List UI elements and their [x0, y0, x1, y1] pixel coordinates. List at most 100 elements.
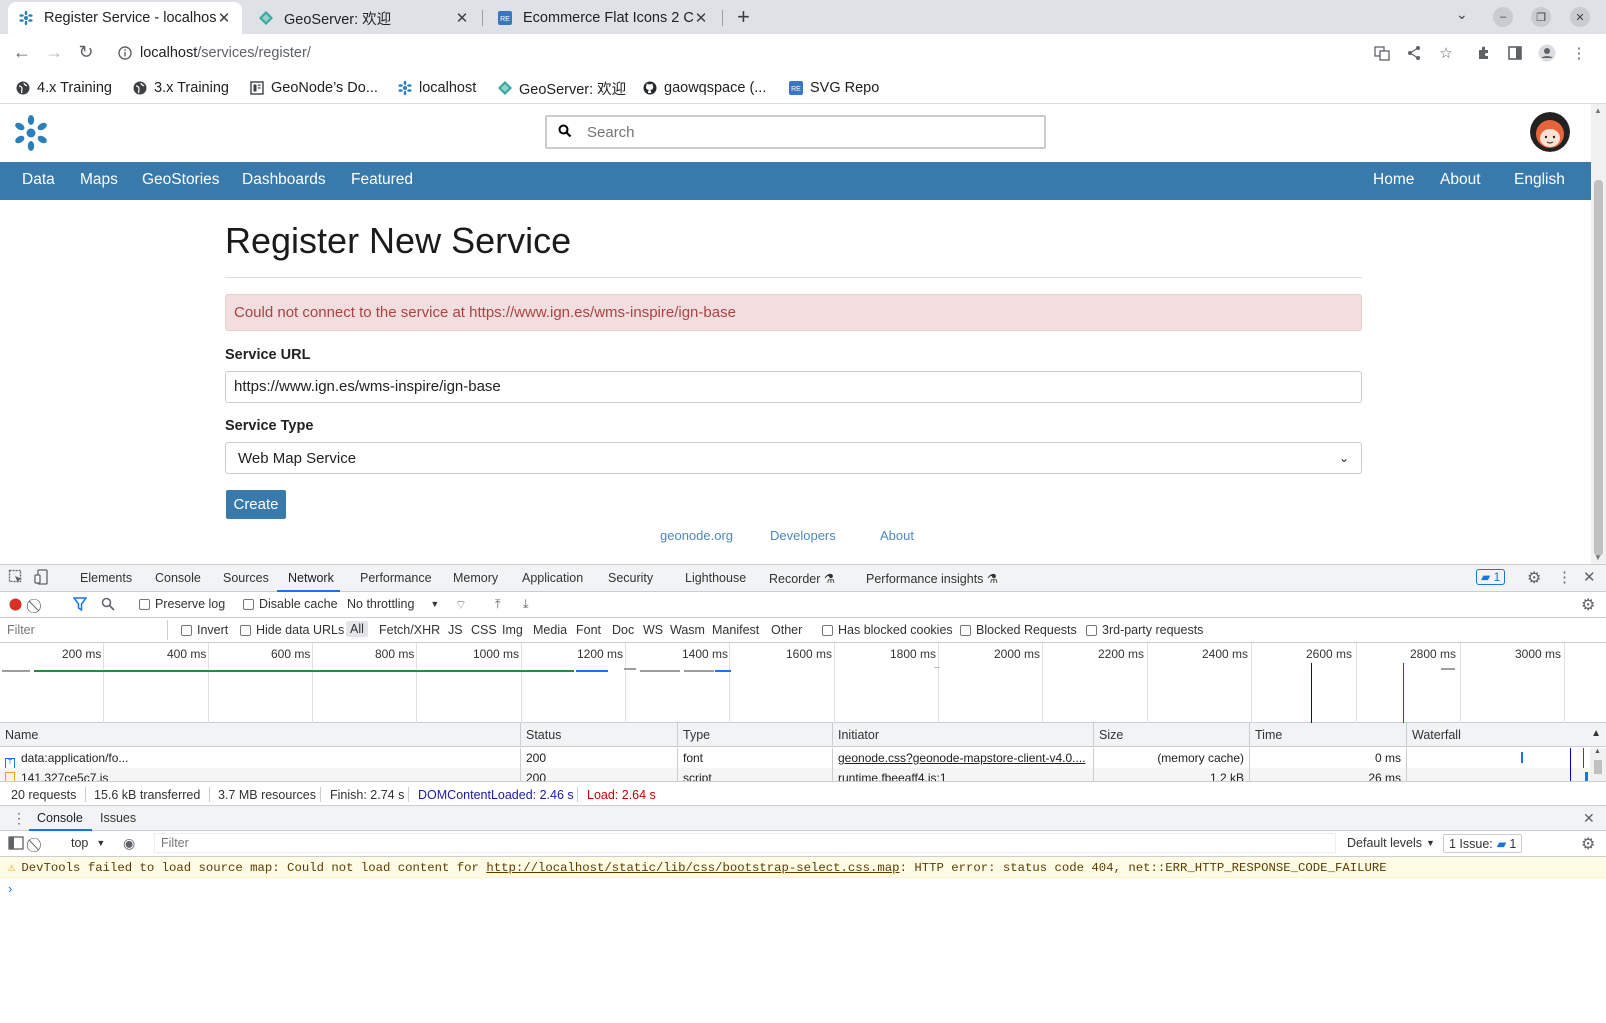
column-header-size[interactable]: Size [1094, 723, 1250, 747]
request-initiator[interactable]: geonode.css?geonode-mapstore-client-v4.0… [833, 748, 1094, 768]
bookmark-item[interactable]: 4.x Training [15, 76, 112, 100]
eye-icon[interactable]: ◉ [123, 835, 135, 852]
checkbox[interactable] [240, 624, 251, 636]
back-icon[interactable]: ← [10, 42, 34, 63]
initiator-link[interactable]: geonode.css?geonode-mapstore-client-v4.0… [838, 751, 1085, 765]
search-input[interactable] [583, 123, 1023, 141]
checkbox[interactable] [1086, 624, 1097, 636]
close-drawer-icon[interactable]: ✕ [1583, 810, 1595, 827]
menu-icon[interactable]: ⋮ [1569, 43, 1589, 63]
translate-icon[interactable] [1372, 43, 1392, 63]
tab-application[interactable]: Application [522, 571, 583, 585]
disable-cache-checkbox[interactable]: Disable cache [243, 597, 338, 611]
blocked-requests-checkbox[interactable]: Blocked Requests [960, 623, 1077, 637]
footer-link-developers[interactable]: Developers [770, 528, 836, 543]
issues-badge[interactable]: ▰ 1 [1476, 569, 1506, 585]
tab-geoserver[interactable]: GeoServer: 欢迎 ✕ [248, 2, 480, 34]
column-header-time[interactable]: Time [1250, 723, 1407, 747]
user-avatar[interactable] [1530, 112, 1570, 152]
more-options-icon[interactable]: ⋮ [1557, 568, 1572, 586]
checkbox[interactable] [139, 598, 150, 610]
console-issues-badge[interactable]: 1 Issue: ▰ 1 [1443, 834, 1523, 853]
nav-featured[interactable]: Featured [351, 171, 413, 189]
type-filter-font[interactable]: Font [576, 623, 601, 637]
network-filter-input[interactable]: Filter [0, 620, 168, 640]
site-search[interactable] [545, 115, 1046, 149]
network-overview-timeline[interactable]: 200 ms 400 ms 600 ms 800 ms 1000 ms 1200… [0, 643, 1606, 723]
share-icon[interactable] [1404, 43, 1424, 63]
throttling-select[interactable]: No throttling ▼ [347, 597, 439, 611]
settings-gear-icon[interactable]: ⚙ [1527, 568, 1541, 588]
invert-checkbox[interactable]: Invert [181, 623, 228, 637]
footer-link-geonode[interactable]: geonode.org [660, 528, 733, 543]
tab-ecommerce-icons[interactable]: RE Ecommerce Flat Icons 2 C ✕ [487, 2, 719, 34]
tab-performance-insights[interactable]: Performance insights ⚗ [866, 571, 998, 586]
checkbox[interactable] [181, 624, 192, 636]
page-scrollbar[interactable]: ▲ ▼ [1591, 104, 1606, 564]
type-filter-img[interactable]: Img [502, 623, 523, 637]
close-tab-icon[interactable]: ✕ [693, 9, 709, 27]
chevron-down-icon[interactable]: ⌄ [1456, 6, 1468, 23]
tab-lighthouse[interactable]: Lighthouse [685, 571, 746, 585]
console-filter-input[interactable]: Filter [154, 833, 1336, 853]
column-header-name[interactable]: Name [0, 723, 521, 747]
nav-data[interactable]: Data [22, 171, 55, 189]
warning-source-link[interactable]: http://localhost/static/lib/css/bootstra… [486, 861, 899, 875]
export-har-icon[interactable]: ⤓ [523, 597, 529, 612]
drawer-menu-icon[interactable]: ⋮ [12, 810, 26, 827]
tab-network[interactable]: Network [288, 571, 334, 585]
close-devtools-icon[interactable]: ✕ [1583, 568, 1596, 586]
tab-memory[interactable]: Memory [453, 571, 498, 585]
tab-elements[interactable]: Elements [80, 571, 132, 585]
extensions-icon[interactable] [1474, 43, 1494, 63]
scroll-up-icon[interactable]: ▲ [1594, 106, 1602, 115]
checkbox[interactable] [960, 624, 971, 636]
close-window-icon[interactable]: ✕ [1570, 7, 1590, 27]
column-header-type[interactable]: Type [678, 723, 833, 747]
scroll-thumb[interactable] [1594, 760, 1602, 774]
column-header-waterfall[interactable]: Waterfall ▲ [1407, 723, 1606, 747]
create-button[interactable]: Create [226, 490, 286, 519]
profile-icon[interactable] [1537, 43, 1557, 63]
type-filter-manifest[interactable]: Manifest [712, 623, 759, 637]
nav-about[interactable]: About [1440, 171, 1481, 189]
tab-sources[interactable]: Sources [223, 571, 269, 585]
nav-geostories[interactable]: GeoStories [142, 171, 220, 189]
scroll-down-icon[interactable]: ▼ [1594, 553, 1602, 562]
type-filter-ws[interactable]: WS [643, 623, 663, 637]
type-filter-fetch[interactable]: Fetch/XHR [379, 623, 440, 637]
tab-security[interactable]: Security [608, 571, 653, 585]
type-filter-js[interactable]: JS [448, 623, 463, 637]
request-name[interactable]: Tdata:application/fo... [0, 748, 521, 768]
star-icon[interactable]: ☆ [1436, 43, 1456, 63]
log-levels-select[interactable]: Default levels ▼ [1347, 836, 1435, 850]
drawer-tab-issues[interactable]: Issues [100, 811, 136, 825]
table-row[interactable]: Tdata:application/fo... 200 font geonode… [0, 748, 1590, 768]
restore-icon[interactable]: ❐ [1531, 7, 1551, 27]
bookmark-item[interactable]: RE SVG Repo [788, 76, 879, 100]
network-settings-gear-icon[interactable]: ⚙ [1581, 595, 1595, 615]
network-conditions-icon[interactable]: ⌔ [455, 597, 467, 613]
blocked-cookies-checkbox[interactable]: Has blocked cookies [822, 623, 953, 637]
bookmark-item[interactable]: gaowqspace (... [642, 76, 766, 100]
tab-recorder[interactable]: Recorder ⚗ [769, 571, 835, 586]
nav-maps[interactable]: Maps [80, 171, 118, 189]
inspect-icon[interactable] [8, 569, 24, 588]
close-tab-icon[interactable]: ✕ [454, 9, 470, 27]
filter-icon[interactable] [73, 597, 87, 611]
address-bar[interactable]: localhost/services/register/ [110, 38, 1380, 68]
type-filter-media[interactable]: Media [533, 623, 567, 637]
bookmark-item[interactable]: GeoServer: 欢迎 [497, 76, 626, 100]
tab-register-service[interactable]: Register Service - localhos ✕ [8, 2, 242, 34]
nav-language[interactable]: English [1514, 171, 1565, 189]
import-har-icon[interactable]: ⤒ [495, 597, 501, 612]
scroll-thumb[interactable] [1594, 180, 1603, 556]
column-header-initiator[interactable]: Initiator [833, 723, 1094, 747]
tab-console[interactable]: Console [155, 571, 201, 585]
reload-icon[interactable]: ↻ [74, 42, 98, 63]
bookmark-item[interactable]: 3.x Training [132, 76, 229, 100]
column-header-status[interactable]: Status [521, 723, 678, 747]
type-filter-css[interactable]: CSS [471, 623, 497, 637]
preserve-log-checkbox[interactable]: Preserve log [139, 597, 225, 611]
drawer-tab-console[interactable]: Console [37, 811, 83, 825]
